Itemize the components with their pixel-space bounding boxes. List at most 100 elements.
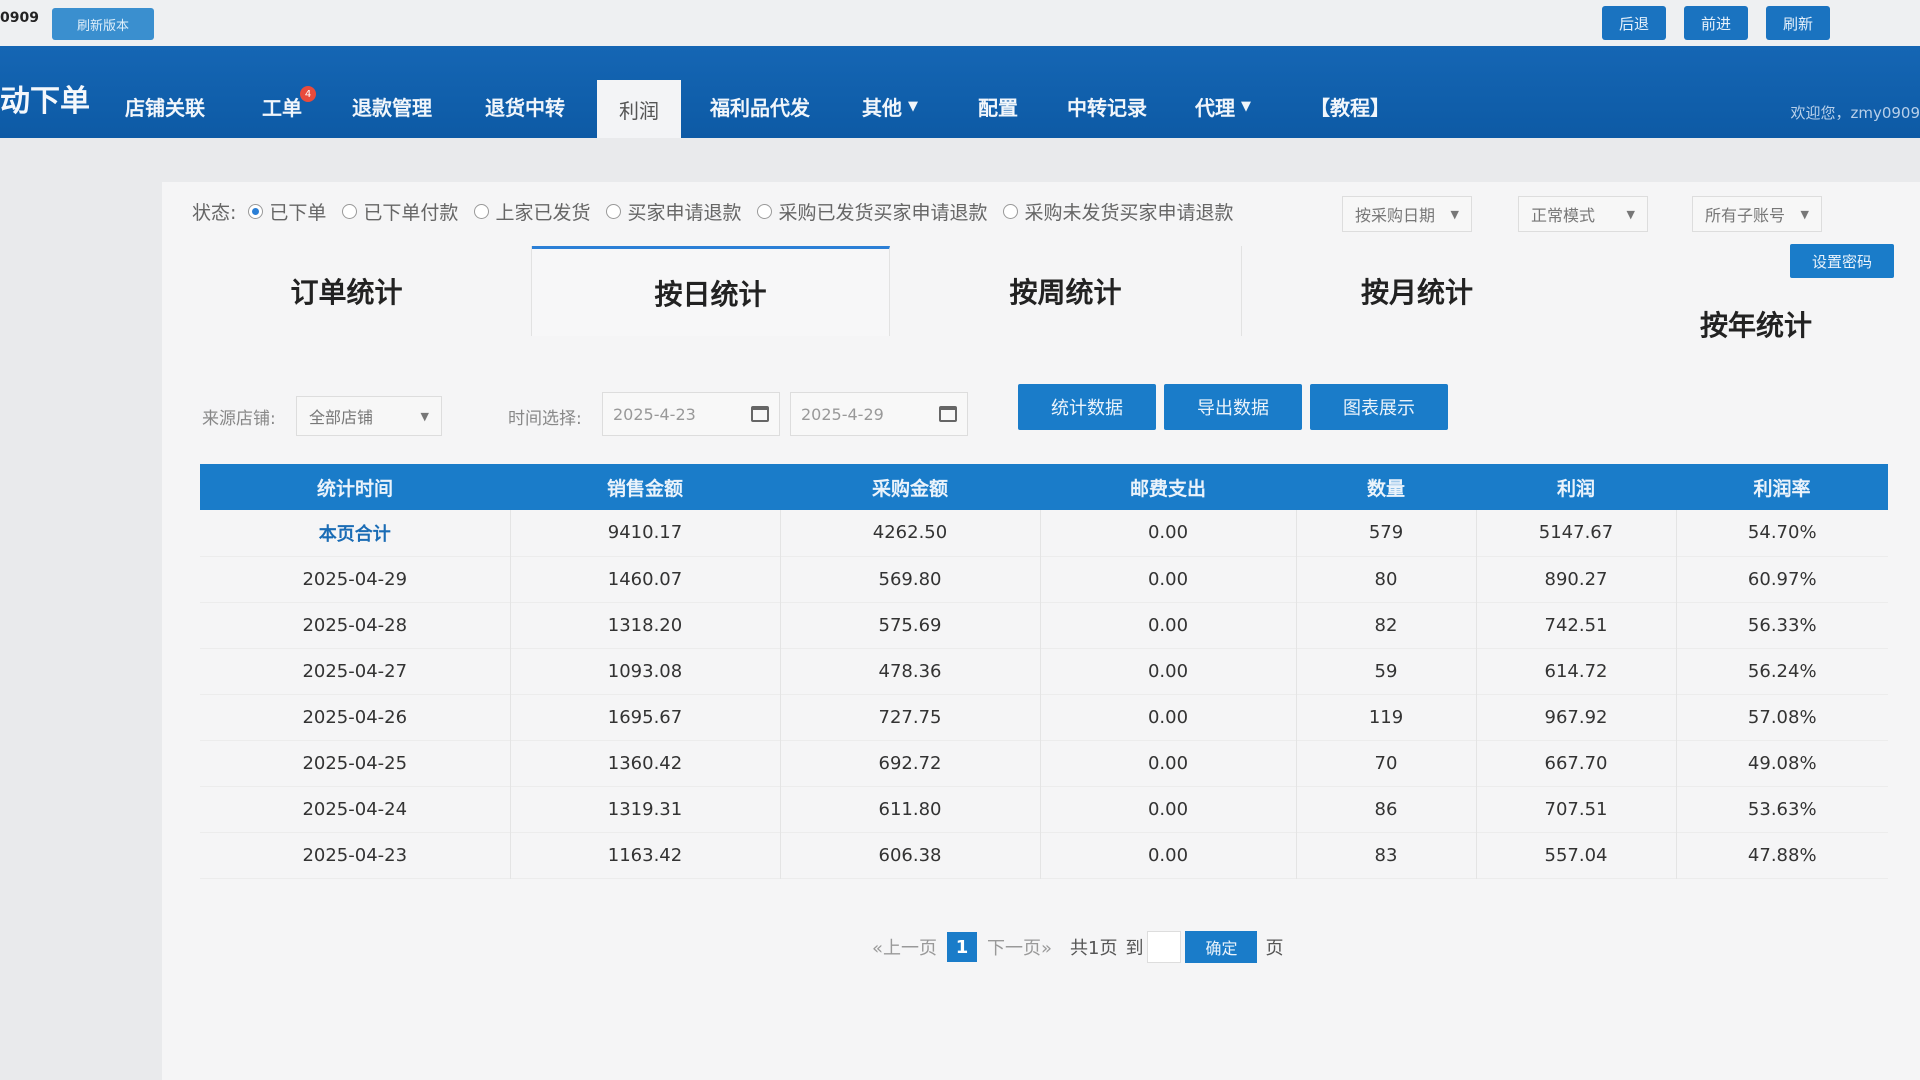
radio-checked-icon bbox=[248, 204, 264, 219]
page-unit-label: 页 bbox=[1265, 938, 1284, 959]
cell-purchase: 478.36 bbox=[780, 648, 1041, 694]
nav-agent[interactable]: 代理 ▼ bbox=[1195, 86, 1251, 126]
nav-other[interactable]: 其他 ▼ bbox=[862, 86, 918, 126]
status-filter: 状态: 已下单 已下单付款 上家已发货 买家申请退款 采购已发货买家申请退款 采… bbox=[192, 198, 1250, 225]
export-data-button[interactable]: 导出数据 bbox=[1164, 384, 1302, 430]
cell-sales: 1319.31 bbox=[510, 786, 781, 832]
cell-sales: 1360.42 bbox=[510, 740, 781, 786]
nav-profit[interactable]: 利润 bbox=[597, 80, 681, 138]
tab-yearly-stats[interactable]: 按年统计 bbox=[1592, 284, 1920, 364]
nav-refund[interactable]: 退款管理 bbox=[352, 86, 432, 126]
time-label: 时间选择: bbox=[508, 409, 582, 429]
cell-purchase: 611.80 bbox=[780, 786, 1041, 832]
page-1-button[interactable]: 1 bbox=[947, 932, 978, 962]
refresh-version-button[interactable]: 刷新版本 bbox=[52, 8, 154, 40]
tickets-badge: 4 bbox=[300, 86, 316, 102]
nav-other-label: 其他 bbox=[862, 95, 902, 120]
cell-purchase: 4262.50 bbox=[780, 510, 1041, 556]
cell-shipping: 0.00 bbox=[1040, 740, 1297, 786]
nav-shop-link[interactable]: 店铺关联 bbox=[125, 86, 205, 126]
cell-profit: 614.72 bbox=[1476, 648, 1677, 694]
forward-button[interactable]: 前进 bbox=[1684, 6, 1748, 40]
status-radio-paid[interactable]: 已下单付款 bbox=[342, 198, 458, 225]
nav-tutorial[interactable]: 【教程】 bbox=[1310, 86, 1390, 126]
status-radio-shipped[interactable]: 上家已发货 bbox=[474, 198, 590, 225]
table-row: 2025-04-25 1360.42 692.72 0.00 70 667.70… bbox=[200, 740, 1888, 786]
mode-select[interactable]: 正常模式 ▼ bbox=[1518, 196, 1648, 232]
cell-purchase: 727.75 bbox=[780, 694, 1041, 740]
nav-return-transfer[interactable]: 退货中转 bbox=[485, 86, 565, 126]
cell-margin: 57.08% bbox=[1747, 706, 1817, 728]
chart-view-button[interactable]: 图表展示 bbox=[1310, 384, 1448, 430]
goto-page-input[interactable] bbox=[1147, 931, 1182, 963]
col-header-time: 统计时间 bbox=[316, 477, 393, 500]
col-header-purchase: 采购金额 bbox=[871, 477, 948, 500]
tab-order-stats[interactable]: 订单统计 bbox=[162, 246, 532, 336]
cell-time: 2025-04-24 bbox=[200, 786, 511, 832]
cell-time: 2025-04-26 bbox=[200, 694, 511, 740]
profit-table: 统计时间 销售金额 采购金额 邮费支出 数量 利润 利润率 本页合计 9410.… bbox=[200, 464, 1888, 879]
account-select[interactable]: 所有子账号 ▼ bbox=[1692, 196, 1822, 232]
cell-sales: 9410.17 bbox=[510, 510, 781, 556]
cell-shipping: 0.00 bbox=[1040, 694, 1297, 740]
cell-sales: 1163.42 bbox=[510, 832, 781, 878]
status-label: 状态: bbox=[192, 202, 237, 224]
cell-sales: 1695.67 bbox=[510, 694, 781, 740]
cell-quantity: 86 bbox=[1296, 786, 1477, 832]
top-toolbar: 0909 刷新版本 后退 前进 刷新 bbox=[0, 0, 1920, 46]
cell-shipping: 0.00 bbox=[1040, 510, 1297, 556]
calendar-icon[interactable] bbox=[751, 406, 769, 422]
col-header-sales: 销售金额 bbox=[606, 477, 683, 500]
cell-time: 2025-04-23 bbox=[200, 832, 511, 878]
stats-data-button[interactable]: 统计数据 bbox=[1018, 384, 1156, 430]
chevron-down-icon: ▼ bbox=[1450, 207, 1459, 221]
radio-icon bbox=[342, 204, 358, 219]
cell-quantity: 579 bbox=[1296, 510, 1477, 556]
tab-weekly-stats[interactable]: 按周统计 bbox=[890, 246, 1242, 336]
table-row: 2025-04-28 1318.20 575.69 0.00 82 742.51… bbox=[200, 602, 1888, 648]
shop-select[interactable]: 全部店铺 ▼ bbox=[296, 396, 442, 436]
cell-quantity: 70 bbox=[1296, 740, 1477, 786]
calendar-icon[interactable] bbox=[939, 406, 957, 422]
nav-config[interactable]: 配置 bbox=[978, 86, 1018, 126]
user-id: 0909 bbox=[0, 10, 39, 26]
nav-tickets[interactable]: 工单 bbox=[262, 86, 302, 126]
table-row: 2025-04-24 1319.31 611.80 0.00 86 707.51… bbox=[200, 786, 1888, 832]
tab-monthly-stats[interactable]: 按月统计 bbox=[1242, 246, 1592, 336]
confirm-page-button[interactable]: 确定 bbox=[1185, 931, 1258, 963]
cell-margin: 47.88% bbox=[1747, 844, 1817, 866]
cell-shipping: 0.00 bbox=[1040, 786, 1297, 832]
total-pages-text: 共1页 bbox=[1070, 938, 1118, 959]
cell-profit: 667.70 bbox=[1476, 740, 1677, 786]
tab-daily-stats[interactable]: 按日统计 bbox=[532, 246, 890, 336]
table-row: 2025-04-27 1093.08 478.36 0.00 59 614.72… bbox=[200, 648, 1888, 694]
cell-sales: 1093.08 bbox=[510, 648, 781, 694]
radio-icon bbox=[1003, 204, 1019, 219]
next-page-link[interactable]: 下一页» bbox=[987, 934, 1052, 960]
cell-quantity: 119 bbox=[1296, 694, 1477, 740]
status-radio-refund[interactable]: 买家申请退款 bbox=[606, 198, 741, 225]
refresh-button[interactable]: 刷新 bbox=[1766, 6, 1830, 40]
end-date-input[interactable]: 2025-4-29 bbox=[790, 392, 968, 436]
back-button[interactable]: 后退 bbox=[1602, 6, 1666, 40]
cell-profit: 742.51 bbox=[1476, 602, 1677, 648]
cell-shipping: 0.00 bbox=[1040, 602, 1297, 648]
nav-welfare[interactable]: 福利品代发 bbox=[710, 86, 810, 126]
cell-purchase: 575.69 bbox=[780, 602, 1041, 648]
col-header-margin: 利润率 bbox=[1753, 477, 1811, 500]
cell-profit: 967.92 bbox=[1476, 694, 1677, 740]
goto-label: 到 bbox=[1125, 938, 1144, 959]
cell-time: 2025-04-29 bbox=[200, 556, 511, 602]
date-mode-select[interactable]: 按采购日期 ▼ bbox=[1342, 196, 1472, 232]
start-date-input[interactable]: 2025-4-23 bbox=[602, 392, 780, 436]
status-radio-unshipped-refund[interactable]: 采购未发货买家申请退款 bbox=[1003, 198, 1234, 225]
cell-quantity: 82 bbox=[1296, 602, 1477, 648]
cell-margin: 56.33% bbox=[1747, 614, 1817, 636]
cell-margin: 60.97% bbox=[1747, 568, 1817, 590]
radio-icon bbox=[606, 204, 622, 219]
prev-page-link[interactable]: «上一页 bbox=[872, 934, 937, 960]
table-row: 2025-04-23 1163.42 606.38 0.00 83 557.04… bbox=[200, 832, 1888, 878]
status-radio-ordered[interactable]: 已下单 bbox=[248, 198, 326, 225]
nav-transfer-records[interactable]: 中转记录 bbox=[1067, 86, 1147, 126]
status-radio-shipped-refund[interactable]: 采购已发货买家申请退款 bbox=[757, 198, 987, 225]
